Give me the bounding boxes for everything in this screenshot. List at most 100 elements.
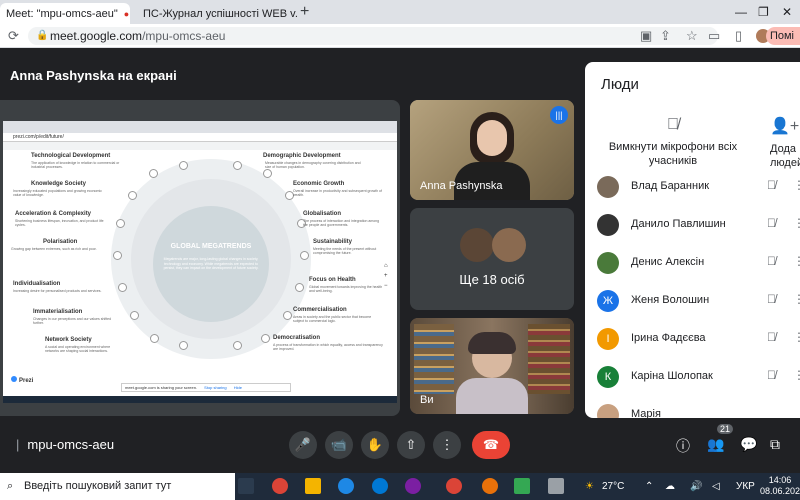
volume-icon[interactable]: 🔊 — [690, 481, 702, 492]
minimize-icon[interactable]: — — [735, 5, 747, 19]
participant-name: Данило Павлишин — [631, 218, 726, 230]
chrome-profile-icon[interactable] — [482, 478, 498, 494]
address-bar[interactable]: 🔒 meet.google.com/mpu-omcs-aeu — [28, 27, 718, 45]
camera-icon: 📹 — [330, 437, 348, 452]
more-options-icon[interactable]: ⋮ — [793, 216, 800, 230]
explorer-icon[interactable] — [305, 478, 321, 494]
trend-icon — [295, 283, 304, 292]
app-icon[interactable] — [514, 478, 530, 494]
more-options-button[interactable]: ⋮ — [433, 431, 461, 459]
participant-row[interactable]: Ж Женя Волошин 🎙̸ ⋮ — [597, 286, 800, 316]
chrome-icon[interactable] — [272, 478, 288, 494]
close-tab-icon[interactable]: ✕ — [129, 7, 130, 20]
camera-permission-icon[interactable]: ▣ — [640, 28, 652, 44]
close-window-icon[interactable]: ✕ — [782, 5, 792, 19]
trend-label: Sustainability — [313, 239, 353, 245]
raise-hand-button[interactable]: ✋ — [361, 431, 389, 459]
add-people-button[interactable]: 👤+ Дода людей — [770, 116, 800, 170]
more-options-icon[interactable]: ⋮ — [793, 292, 800, 306]
more-options-icon[interactable]: ⋮ — [793, 178, 800, 192]
more-participants-tile[interactable]: Ще 18 осіб — [410, 208, 574, 310]
more-participants-label: Ще 18 осіб — [459, 272, 525, 287]
profile-button[interactable]: Помі — [765, 27, 800, 45]
tab-journal[interactable]: ПС-Журнал успішності WEB v.3 ✕ — [132, 3, 297, 24]
url-path: /mpu-omcs-aeu — [142, 29, 226, 43]
present-button[interactable]: ⇧ — [397, 431, 425, 459]
info-icon[interactable]: ⓘ — [676, 436, 690, 456]
participant-name: Влад Баранник — [631, 180, 710, 192]
hang-up-icon: ☎ — [482, 437, 500, 452]
tab-meet[interactable]: Meet: "mpu-omcs-aeu" ● ✕ — [0, 3, 130, 24]
trend-label: Knowledge Society — [31, 181, 87, 187]
speaker-name: Anna Pashynska — [420, 180, 503, 192]
self-tile[interactable]: Ви — [410, 318, 574, 414]
taskbar-search[interactable]: ⌕ Введіть пошуковий запит тут — [0, 473, 235, 500]
app-icon[interactable] — [405, 478, 421, 494]
bookmark-star-icon[interactable]: ☆ — [686, 28, 698, 44]
trend-desc: Overall increase in productivity and sub… — [293, 189, 382, 198]
speaker-tile[interactable]: ||| Anna Pashynska — [410, 100, 574, 200]
participant-row[interactable]: Марія — [597, 400, 797, 418]
trend-desc: Meeting the needs of the present without… — [313, 247, 377, 256]
mute-all-button[interactable]: 🎙̸ Вимкнути мікрофони всіх учасників — [603, 116, 743, 168]
participant-row[interactable]: Денис Алексін 🎙̸ ⋮ — [597, 248, 800, 278]
shared-taskbar — [3, 396, 397, 403]
leave-call-button[interactable]: ☎ — [472, 431, 510, 459]
trend-desc: Changes in our perceptions and our value… — [33, 317, 112, 326]
participant-row[interactable]: Влад Баранник 🎙̸ ⋮ — [597, 172, 800, 202]
extensions-icon[interactable]: ▭ — [708, 28, 720, 44]
prezi-controls[interactable]: ⌂ + − — [384, 261, 391, 291]
windows-taskbar: ⌕ Введіть пошуковий запит тут ☀ 27°C ⌃ ☁… — [0, 473, 800, 500]
edge-icon[interactable] — [372, 478, 388, 494]
mic-off-icon: 🎙̸ — [767, 330, 776, 344]
chrome-active-icon[interactable] — [446, 478, 462, 494]
restore-icon[interactable]: ❐ — [758, 5, 769, 19]
weather-temp[interactable]: 27°C — [602, 481, 624, 492]
new-tab-icon[interactable]: + — [300, 3, 309, 21]
trend-label: Polarisation — [43, 239, 78, 245]
mic-off-icon: 🎙̸ — [767, 368, 776, 382]
tray-overflow-icon[interactable]: ⌃ — [645, 481, 653, 492]
app-icon[interactable] — [548, 478, 564, 494]
mic-off-icon: 🎙̸ — [767, 216, 776, 230]
chat-icon[interactable]: 💬 — [740, 436, 757, 453]
meeting-code: | mpu-omcs-aeu — [16, 437, 114, 452]
share-notice-text: meet.google.com is sharing your screen. — [125, 385, 198, 390]
trend-desc: The application of knowledge in relation… — [31, 161, 120, 170]
participant-row[interactable]: Данило Павлишин 🎙̸ ⋮ — [597, 210, 800, 240]
sidebar-icon[interactable]: ▯ — [735, 28, 742, 44]
camera-toggle-button[interactable]: 📹 — [325, 431, 353, 459]
trend-label: Acceleration & Complexity — [15, 211, 92, 217]
trend-desc: Measurable changes in demography coverin… — [265, 161, 361, 170]
activities-icon[interactable]: ⧉ — [770, 436, 780, 453]
browser-tab-bar: Meet: "mpu-omcs-aeu" ● ✕ ПС-Журнал успіш… — [0, 0, 800, 24]
participant-count-badge: 21 — [717, 424, 734, 434]
task-view-icon[interactable] — [238, 478, 254, 494]
more-options-icon[interactable]: ⋮ — [793, 254, 800, 268]
people-icon[interactable]: 👥 — [707, 436, 724, 453]
reload-icon[interactable]: ⟳ — [8, 28, 19, 44]
mic-off-icon: 🎙̸ — [767, 254, 776, 268]
share-icon[interactable]: ⇪ — [660, 28, 671, 44]
present-icon: ⇧ — [405, 437, 417, 452]
search-icon: ⌕ — [7, 480, 14, 492]
speaker-icon[interactable]: ◁ — [712, 481, 720, 492]
language-indicator[interactable]: УКР — [736, 481, 755, 492]
more-options-icon[interactable]: ⋮ — [793, 330, 800, 344]
participant-name: Марія — [631, 408, 661, 418]
taskbar-clock[interactable]: 14:06 08.06.2021 — [760, 475, 800, 497]
network-icon[interactable]: ☁ — [665, 481, 675, 492]
more-options-icon[interactable]: ⋮ — [793, 368, 800, 382]
speaker-face — [477, 120, 507, 156]
bookshelf — [414, 324, 454, 394]
participant-row[interactable]: К Каріна Шолопак 🎙̸ ⋮ — [597, 362, 800, 392]
hide-button[interactable]: Hide — [234, 385, 242, 390]
store-icon[interactable] — [338, 478, 354, 494]
meeting-code-text: mpu-omcs-aeu — [27, 437, 115, 452]
participant-row[interactable]: І Ірина Фадєєва 🎙̸ ⋮ — [597, 324, 800, 354]
participant-avatar — [597, 176, 619, 198]
stop-sharing-button[interactable]: Stop sharing — [204, 385, 226, 390]
mic-off-icon: 🎙̸ — [767, 292, 776, 306]
presentation-stage[interactable]: prezi.com/p/edit/future/ GLOBAL MEGATREN… — [0, 100, 400, 416]
mic-toggle-button[interactable]: 🎤 — [289, 431, 317, 459]
